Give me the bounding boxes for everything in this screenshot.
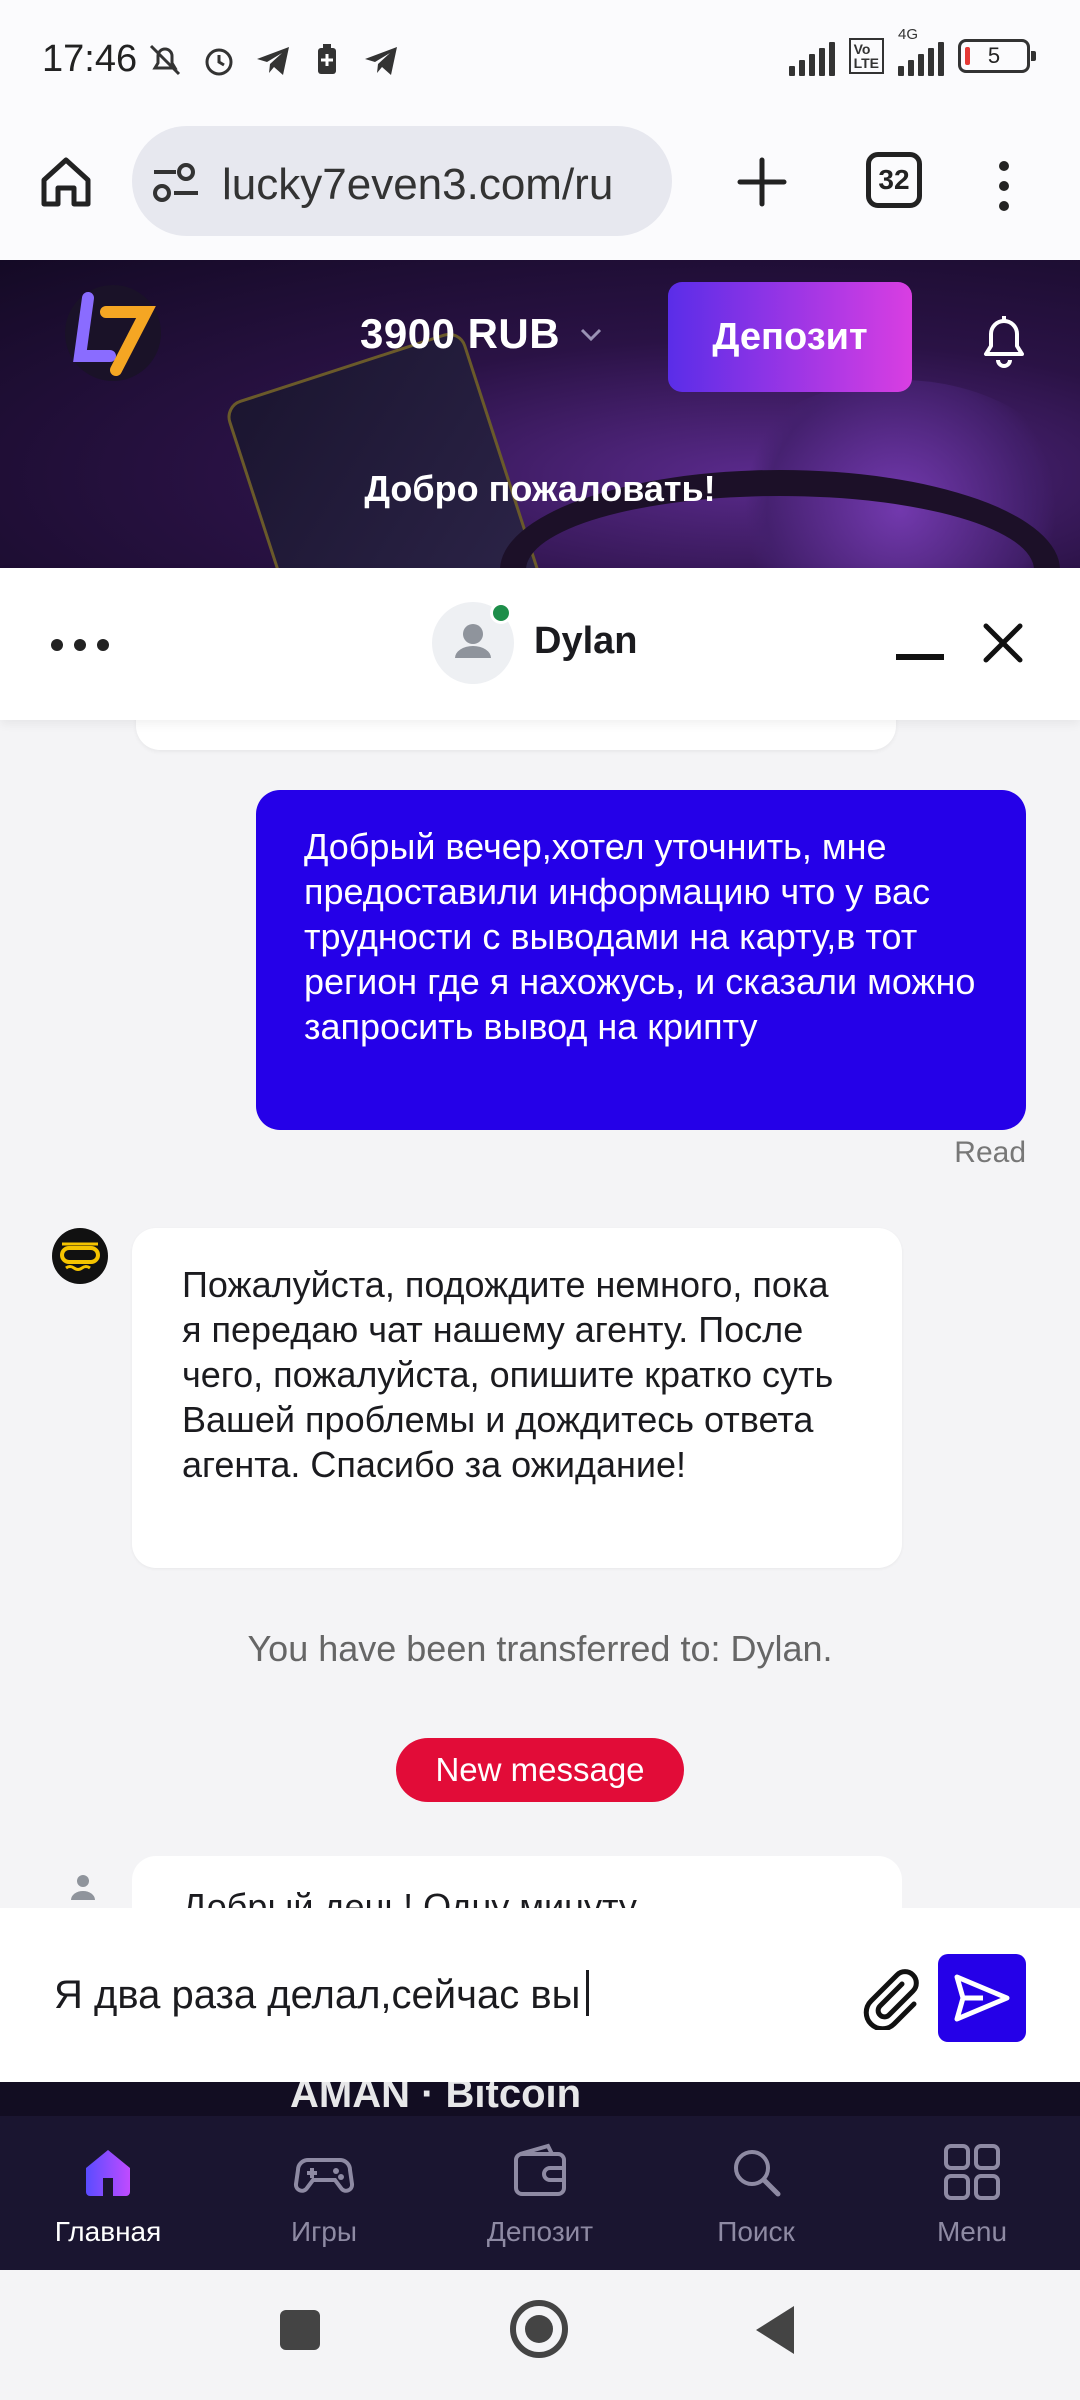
signal-4g-icon: 4G xyxy=(898,26,944,76)
previous-message-bubble xyxy=(136,720,896,750)
chevron-down-icon[interactable] xyxy=(576,320,606,350)
telegram-icon xyxy=(253,40,293,80)
nav-label: Игры xyxy=(290,2216,358,2247)
transfer-notice: You have been transferred to: Dylan. xyxy=(247,1628,833,1669)
nav-item-home[interactable]: Главная xyxy=(0,2116,216,2270)
bot-avatar xyxy=(52,1228,108,1284)
bottom-navigation: Главная Игры Депозит Поиск Menu xyxy=(0,2116,1080,2270)
text-caret xyxy=(586,1970,590,2016)
nav-label: Поиск xyxy=(717,2216,795,2247)
online-status-dot xyxy=(490,602,512,624)
payment-methods-strip: AMAN · Bitcoin xyxy=(0,2082,1080,2116)
nav-item-games[interactable]: Игры xyxy=(216,2116,432,2270)
more-vertical-icon xyxy=(999,161,1009,211)
search-icon xyxy=(734,2150,781,2197)
bell-icon xyxy=(984,316,1024,368)
read-status: Read xyxy=(954,1136,1026,1169)
send-button[interactable] xyxy=(938,1954,1026,2042)
nav-label: Депозит xyxy=(486,2216,594,2247)
nav-item-menu[interactable]: Menu xyxy=(864,2116,1080,2270)
bot-message-bubble: Пожалуйста, подождите немного, пока я пе… xyxy=(132,1228,902,1568)
payment-methods-text: AMAN · Bitcoin xyxy=(290,2082,582,2116)
home-icon xyxy=(86,2150,130,2196)
alarm-icon xyxy=(199,40,239,80)
nav-item-deposit[interactable]: Депозит xyxy=(432,2116,648,2270)
address-bar[interactable]: lucky7even3.com/ru xyxy=(132,126,672,236)
signal-icon xyxy=(788,36,835,76)
browser-menu-button[interactable] xyxy=(984,156,1024,216)
chat-header: Dylan xyxy=(0,568,1080,720)
tab-switcher-button[interactable]: 32 xyxy=(866,152,922,208)
system-navigation-bar xyxy=(0,2270,1080,2400)
user-message-bubble: Добрый вечер,хотел уточнить, мне предост… xyxy=(256,790,1026,1130)
site-header: 3900 RUB Депозит Добро пожаловать! xyxy=(0,260,1080,568)
user-icon xyxy=(71,1875,95,1900)
more-horizontal-icon[interactable] xyxy=(50,638,110,652)
agent-message-bubble: Добрый день! Одну минуту xyxy=(132,1856,902,1908)
notifications-button[interactable] xyxy=(976,310,1032,370)
playing-card-decoration xyxy=(222,328,548,568)
new-message-button[interactable]: New message xyxy=(396,1738,684,1802)
message-composer: Я два раза делал,сейчас вы xyxy=(0,1908,1080,2082)
browser-home-button[interactable] xyxy=(34,150,98,214)
gamepad-icon xyxy=(293,2158,355,2193)
plus-icon xyxy=(737,157,787,207)
back-button[interactable] xyxy=(756,2306,794,2354)
status-time: 17:46 xyxy=(42,38,138,80)
wallet-icon xyxy=(514,2143,566,2196)
deposit-button[interactable]: Депозит xyxy=(668,282,912,392)
nav-label: Menu xyxy=(936,2216,1008,2247)
close-icon[interactable] xyxy=(980,620,1026,666)
balance-display[interactable]: 3900 RUB xyxy=(360,310,560,358)
attach-button[interactable] xyxy=(858,1964,924,2032)
agent-name: Dylan xyxy=(534,620,638,662)
send-icon xyxy=(954,1974,1010,2022)
nav-label: Главная xyxy=(54,2216,162,2247)
message-input[interactable]: Я два раза делал,сейчас вы xyxy=(54,1970,590,2018)
url-text: lucky7even3.com/ru xyxy=(222,160,614,209)
battery-saver-icon xyxy=(307,40,347,80)
minimize-chat-button[interactable] xyxy=(896,654,944,660)
bot-logo-icon xyxy=(60,1242,100,1271)
nav-item-search[interactable]: Поиск xyxy=(648,2116,864,2270)
telegram-icon xyxy=(361,40,401,80)
new-tab-button[interactable] xyxy=(730,150,794,214)
volte-icon: Vo LTE xyxy=(848,38,884,74)
home-icon xyxy=(41,157,91,207)
system-home-button[interactable] xyxy=(510,2300,568,2358)
grid-icon xyxy=(944,2144,1000,2200)
status-bar: 17:46 Vo LTE 4G 5 xyxy=(0,0,1080,120)
chat-messages[interactable]: Добрый вечер,хотел уточнить, мне предост… xyxy=(0,720,1080,1908)
browser-toolbar: lucky7even3.com/ru 32 xyxy=(0,120,1080,260)
site-logo[interactable] xyxy=(58,278,168,388)
welcome-text: Добро пожаловать! xyxy=(364,468,716,509)
mute-icon xyxy=(145,40,185,80)
paperclip-icon xyxy=(863,1969,919,2032)
site-settings-icon[interactable] xyxy=(150,160,202,206)
battery-icon: 5 xyxy=(958,39,1036,73)
recents-button[interactable] xyxy=(280,2310,320,2350)
